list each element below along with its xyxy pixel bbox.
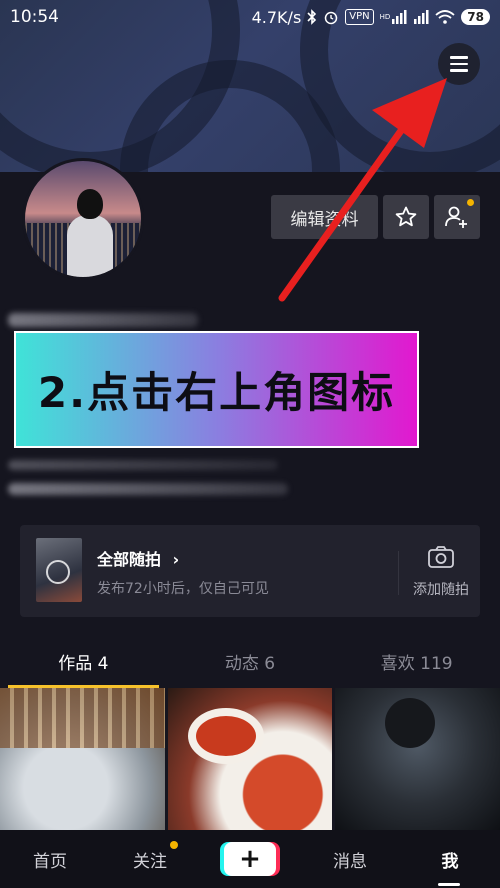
divider: [398, 551, 399, 595]
status-time: 10:54: [10, 7, 59, 27]
following-badge-dot: [170, 840, 178, 849]
bottom-nav: 首页 关注 + 消息 我: [0, 830, 500, 888]
content-tabs: 作品 4 动态 6 喜欢 119: [0, 644, 500, 688]
tab-activity[interactable]: 动态 6: [167, 644, 334, 688]
menu-icon[interactable]: [438, 43, 480, 85]
instruction-banner: 2.点击右上角图标: [14, 331, 419, 448]
snaps-subtitle: 发布72小时后，仅自己可见: [97, 581, 269, 597]
redacted-bio: [8, 483, 288, 495]
edit-profile-button[interactable]: 编辑资料: [271, 195, 378, 239]
active-indicator: [438, 883, 460, 886]
star-icon: [395, 206, 417, 227]
vpn-badge: VPN: [345, 9, 374, 25]
snaps-title: 全部随拍 ›: [97, 550, 180, 569]
nav-following[interactable]: 关注: [100, 840, 200, 872]
redacted-name: [8, 313, 198, 327]
add-snap-button[interactable]: 添加随拍: [403, 545, 479, 599]
signal-icon-2: [413, 10, 429, 24]
add-friend-button[interactable]: [434, 195, 480, 239]
tab-works[interactable]: 作品 4: [0, 644, 167, 688]
nav-me[interactable]: 我: [400, 847, 500, 872]
create-button[interactable]: +: [224, 842, 276, 876]
chevron-right-icon: ›: [172, 550, 180, 569]
redacted-id: [8, 460, 278, 470]
video-thumbnail[interactable]: [0, 688, 165, 830]
nav-home[interactable]: 首页: [0, 847, 100, 872]
wifi-icon: [435, 10, 455, 24]
nav-create[interactable]: +: [200, 842, 300, 876]
network-speed: 4.7K/s: [251, 7, 302, 27]
nav-messages[interactable]: 消息: [300, 847, 400, 872]
snap-thumbnail: [36, 538, 82, 602]
tab-likes[interactable]: 喜欢 119: [333, 644, 500, 688]
notification-dot: [467, 199, 474, 206]
video-thumbnail[interactable]: [335, 688, 500, 830]
status-bar: 10:54 4.7K/s VPN HD 78: [0, 0, 500, 34]
camera-icon: [428, 546, 454, 568]
avatar[interactable]: [22, 158, 144, 280]
video-grid: [0, 688, 500, 830]
battery-indicator: 78: [461, 9, 490, 25]
bluetooth-icon: [307, 9, 317, 25]
favorites-button[interactable]: [383, 195, 429, 239]
video-thumbnail[interactable]: [167, 688, 333, 830]
add-user-icon: [445, 206, 467, 228]
alarm-icon: [323, 9, 339, 25]
signal-icon: HD: [380, 10, 408, 24]
snaps-card[interactable]: 全部随拍 › 发布72小时后，仅自己可见 添加随拍: [20, 525, 480, 617]
